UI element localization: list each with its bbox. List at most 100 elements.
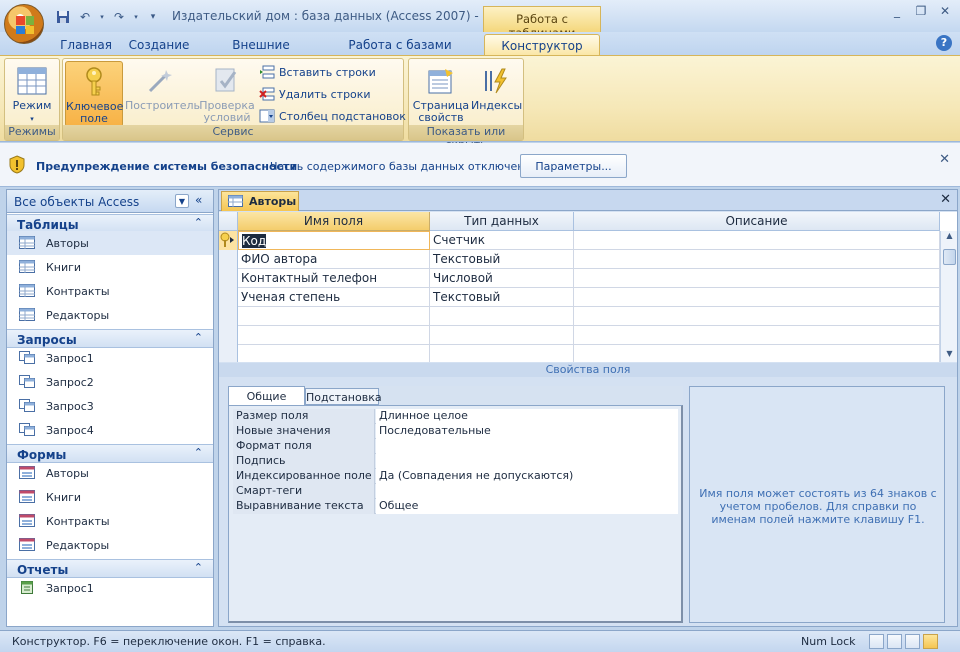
collapse-section-icon[interactable]: ⌃ [194,331,203,344]
description-cell[interactable] [574,269,940,288]
description-cell[interactable] [574,307,940,326]
tab-create[interactable]: Создание [128,34,190,56]
property-sheet-button[interactable]: Страница свойств [412,61,470,127]
nav-item-query[interactable]: Запрос3 [7,394,213,418]
nav-item-form[interactable]: Контракты [7,509,213,533]
primary-key-button[interactable]: Ключевое поле [65,61,123,127]
row-selector[interactable] [219,345,238,362]
help-icon[interactable]: ? [936,35,952,51]
description-cell[interactable] [574,345,940,362]
restore-button[interactable]: ❐ [914,4,928,18]
column-header-data-type[interactable]: Тип данных [430,212,574,231]
data-type-cell[interactable] [430,345,574,362]
property-row[interactable]: Выравнивание текста Общее [233,499,678,514]
nav-item-query[interactable]: Запрос2 [7,370,213,394]
column-header-description[interactable]: Описание [574,212,940,231]
data-type-cell[interactable]: Числовой [430,269,574,288]
nav-item-table[interactable]: Контракты [7,279,213,303]
undo-icon[interactable]: ↶ [76,8,94,26]
tab-general[interactable]: Общие [228,386,305,405]
close-button[interactable]: ✕ [938,4,952,18]
nav-item-form[interactable]: Авторы [7,461,213,485]
property-value[interactable]: Последовательные [376,424,678,439]
tab-database-tools[interactable]: Работа с базами данных [329,34,471,66]
row-selector[interactable] [219,250,238,269]
scroll-down-icon[interactable]: ▼ [941,349,958,362]
nav-item-report[interactable]: Запрос1 [7,576,213,600]
close-security-bar-icon[interactable]: ✕ [939,152,950,167]
datasheet-view-icon[interactable] [869,634,884,649]
row-selector[interactable] [219,231,238,250]
property-row[interactable]: Формат поля [233,439,678,454]
tab-external-data[interactable]: Внешние данные [207,34,315,66]
indexes-button[interactable]: Индексы [471,61,522,127]
property-row[interactable]: Размер поля Длинное целое [233,409,678,424]
redo-dropdown-icon[interactable]: ▾ [132,8,140,26]
description-cell[interactable] [574,250,940,269]
nav-item-table[interactable]: Авторы [7,231,213,255]
delete-rows-button[interactable]: Удалить строки [259,84,371,104]
row-selector[interactable] [219,307,238,326]
insert-rows-button[interactable]: Вставить строки [259,62,376,82]
builder-button[interactable]: Построитель [125,61,200,127]
collapse-section-icon[interactable]: ⌃ [194,446,203,459]
nav-item-table[interactable]: Редакторы [7,303,213,327]
grid-corner[interactable] [219,212,238,231]
vertical-scrollbar[interactable]: ▲ ▼ [940,231,957,362]
data-type-cell[interactable] [430,326,574,345]
scroll-up-icon[interactable]: ▲ [941,231,958,244]
tab-design[interactable]: Конструктор [484,34,600,56]
property-value[interactable]: Да (Совпадения не допускаются) [376,469,678,484]
nav-item-query[interactable]: Запрос4 [7,418,213,442]
description-cell[interactable] [574,288,940,307]
data-type-cell[interactable]: Счетчик [430,231,574,250]
nav-item-query[interactable]: Запрос1 [7,346,213,370]
row-selector[interactable] [219,288,238,307]
field-name-cell[interactable] [238,326,430,345]
field-name-cell[interactable] [238,345,430,362]
data-type-cell[interactable]: Текстовый [430,250,574,269]
undo-dropdown-icon[interactable]: ▾ [98,8,106,26]
test-validation-button[interactable]: Проверка условий [197,61,257,127]
lookup-column-button[interactable]: Столбец подстановок [259,106,406,126]
redo-icon[interactable]: ↷ [110,8,128,26]
chevron-down-icon[interactable]: ▼ [175,194,189,208]
tab-home[interactable]: Главная [58,34,114,56]
field-name-cell[interactable] [238,307,430,326]
collapse-section-icon[interactable]: ⌃ [194,561,203,574]
nav-item-table[interactable]: Книги [7,255,213,279]
row-selector[interactable] [219,326,238,345]
document-tab[interactable]: Авторы [221,191,299,211]
save-icon[interactable] [54,8,72,26]
property-value[interactable]: Длинное целое [376,409,678,424]
nav-pane-header[interactable]: Все объекты Access ▼ « [7,190,213,213]
property-row[interactable]: Индексированное поле Да (Совпадения не д… [233,469,678,484]
collapse-pane-icon[interactable]: « [195,193,202,207]
customize-qat-icon[interactable]: ▾ [144,8,162,26]
property-row[interactable]: Новые значения Последовательные [233,424,678,439]
property-value[interactable] [376,454,678,469]
property-value[interactable] [376,439,678,454]
design-view-icon[interactable] [923,634,938,649]
close-document-icon[interactable]: ✕ [940,192,951,207]
property-row[interactable]: Подпись [233,454,678,469]
row-selector[interactable] [219,269,238,288]
field-name-cell[interactable]: ФИО автора [238,250,430,269]
property-value[interactable]: Общее [376,499,678,514]
collapse-section-icon[interactable]: ⌃ [194,216,203,229]
minimize-button[interactable]: _ [890,4,904,18]
view-button[interactable]: Режим ▾ [8,61,56,127]
tab-lookup[interactable]: Подстановка [305,388,382,405]
pivot-chart-view-icon[interactable] [905,634,920,649]
column-header-field-name[interactable]: Имя поля [238,212,430,231]
security-options-button[interactable]: Параметры... [520,154,627,178]
description-cell[interactable] [574,231,940,250]
nav-item-form[interactable]: Редакторы [7,533,213,557]
field-name-cell[interactable]: Контактный телефон [238,269,430,288]
property-value[interactable] [376,484,678,499]
property-row[interactable]: Смарт-теги [233,484,678,499]
scroll-thumb[interactable] [943,249,956,265]
field-name-cell[interactable]: Ученая степень [238,288,430,307]
field-name-cell[interactable]: Код [238,231,430,250]
nav-item-form[interactable]: Книги [7,485,213,509]
